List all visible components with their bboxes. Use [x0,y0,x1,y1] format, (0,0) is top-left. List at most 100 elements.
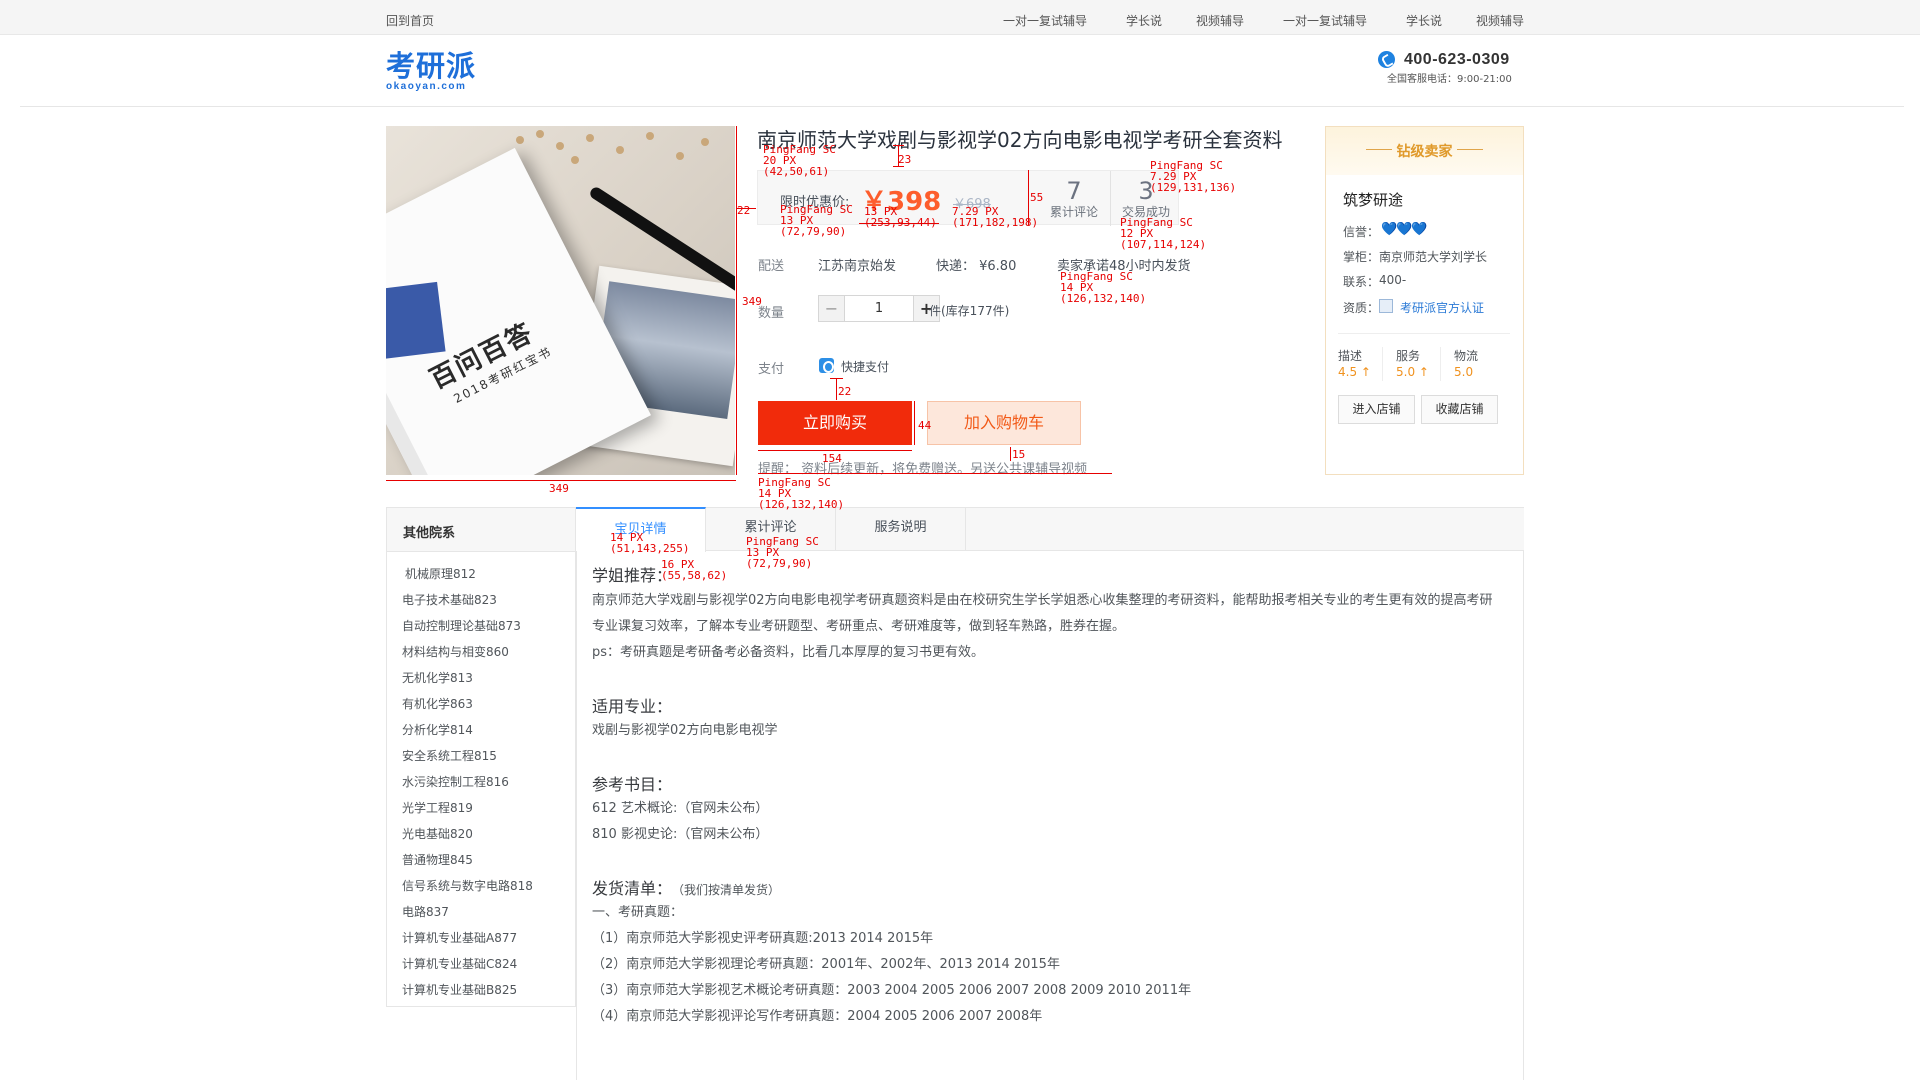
other-departments-sidebar: 其他院系 机械原理812 电子技术基础823 自动控制理论基础873 材料结构与… [386,507,576,1007]
list-item: （1）南京师范大学影视史评考研真题:2013 2014 2015年 [592,931,934,946]
seller-panel: 钻级卖家 筑梦研途 信誉： 💙💙💙 掌柜： 南京师范大学刘学长 联系： 400-… [1325,126,1524,475]
annotation: PingFang SC 7.29 PX (129,131,136) [1150,159,1237,194]
logo-domain: okaoyan.com [386,81,467,92]
sidebar-item[interactable]: 光电基础820 [402,825,473,842]
shipping-list-note: （我们按清单发货） [678,883,781,897]
score-desc-label: 描述 [1338,349,1363,363]
detail-tabs: 宝贝详情 累计评论 服务说明 [576,507,1524,552]
sidebar-item[interactable]: 安全系统工程815 [402,747,497,764]
nav-link-video-2[interactable]: 视频辅导 [1476,12,1524,29]
sidebar-item[interactable]: 计算机专业基础A877 [402,929,517,946]
phone-icon [1378,51,1395,68]
cert-value[interactable]: 考研派官方认证 [1400,299,1484,316]
reviews-stat[interactable]: 7 累计评论 [1038,177,1110,219]
books-heading: 参考书目： [592,775,673,794]
annotation: 13 PX (253,93,44) [864,205,937,229]
shipping-list-title: 发货清单： [592,879,673,898]
annotation: PingFang SC 14 PX (126,132,140) [758,476,845,511]
sidebar-item[interactable]: 有机化学863 [402,695,473,712]
book-item: 612 艺术概论:（官网未公布） [592,801,769,816]
header-divider [20,106,1904,107]
sidebar-title: 其他院系 [403,526,456,541]
sidebar-item[interactable]: 光学工程819 [402,799,473,816]
sidebar-item[interactable]: 机械原理812 [405,565,476,582]
score-service-value: 5.0 ↑ [1396,365,1429,379]
quantity-label: 数量 [758,306,785,321]
sidebar-item[interactable]: 水污染控制工程816 [402,773,509,790]
sidebar-item[interactable]: 信号系统与数字电路818 [402,877,533,894]
certificate-icon [1379,299,1393,313]
nav-link-coaching-2[interactable]: 一对一复试辅导 [1283,12,1367,29]
recommend-paragraph-1: 南京师范大学戏剧与影视学02方向电影电视学考研真题资料是由在校研究生学长学姐悉心… [592,593,1493,608]
logo-text: 考研派 [386,49,477,83]
buy-now-button[interactable]: 立即购买 [758,401,912,445]
annotation: 15 [1012,448,1026,461]
site-logo[interactable]: 考研派 okaoyan.com [386,50,486,92]
sidebar-item[interactable]: 分析化学814 [402,721,473,738]
annotation: PingFang SC 12 PX (107,114,124) [1120,216,1207,251]
stock-info: 件(库存177件) [929,304,1010,318]
annotation: 22 [737,204,751,217]
annotation: 23 [898,153,912,166]
recommend-heading: 学姐推荐： [592,566,673,585]
nav-link-video[interactable]: 视频辅导 [1196,12,1244,29]
add-to-cart-button[interactable]: 加入购物车 [927,401,1081,445]
list-item: （2）南京师范大学影视理论考研真题：2001年、2002年、2013 2014 … [592,957,1060,972]
annotation: PingFang SC 20 PX (42,50,61) [763,143,836,178]
nav-link-senior-2[interactable]: 学长说 [1406,12,1442,29]
payment-method[interactable]: 快捷支付 [841,358,889,375]
annotation: 349 [742,295,762,308]
sidebar-item[interactable]: 计算机专业基础B825 [402,981,517,998]
annotation: 349 [549,482,569,495]
cert-label: 资质： [1343,301,1380,315]
tab-service[interactable]: 服务说明 [836,507,966,551]
home-link[interactable]: 回到首页 [386,12,434,29]
annotation: PingFang SC 13 PX (72,79,90) [780,203,853,238]
contact-value: 400- [1379,273,1407,287]
sidebar-item[interactable]: 无机化学813 [402,669,473,686]
annotation: 154 [822,452,842,465]
reputation-label: 信誉： [1343,225,1380,239]
payment-label: 支付 [758,362,785,377]
contact-label: 联系： [1343,275,1380,289]
top-bar: 回到首页 一对一复试辅导 学长说 视频辅导 一对一复试辅导 学长说 视频辅导 [0,0,1920,35]
list-head: 一、考研真题： [592,905,684,920]
owner-name: 南京师范大学刘学长 [1379,250,1488,264]
nav-link-senior[interactable]: 学长说 [1126,12,1162,29]
score-logistics-value: 5.0 [1454,365,1474,379]
score-service-label: 服务 [1396,349,1421,363]
sidebar-item[interactable]: 自动控制理论基础873 [402,617,521,634]
annotation: 55 [1030,191,1044,204]
list-item: （3）南京师范大学影视艺术概论考研真题：2003 2004 2005 2006 … [592,983,1192,998]
sidebar-item[interactable]: 计算机专业基础C824 [402,955,517,972]
list-item: （4）南京师范大学影视评论写作考研真题：2004 2005 2006 2007 … [592,1009,1043,1024]
annotation: PingFang SC 13 PX (72,79,90) [746,535,819,570]
qty-minus-button[interactable]: − [818,295,845,322]
seller-name[interactable]: 筑梦研途 [1343,189,1403,210]
score-logistics-label: 物流 [1454,349,1479,363]
nav-link-coaching[interactable]: 一对一复试辅导 [1003,12,1087,29]
seller-badge: 钻级卖家 [1396,144,1453,160]
product-image[interactable]: 百问百答 2018考研红宝书 [386,126,735,475]
annotation: 44 [918,419,932,432]
owner-label: 掌柜： [1343,250,1380,264]
favorite-shop-button[interactable]: 收藏店铺 [1421,395,1498,424]
score-desc-value: 4.5 ↑ [1338,365,1371,379]
major-value: 戏剧与影视学02方向电影电视学 [592,723,778,738]
shipping-label: 配送 [758,259,785,274]
annotation: 7.29 PX (171,182,198) [952,205,1039,229]
reviews-count: 7 [1066,177,1082,205]
flower-decoration [496,126,735,186]
sidebar-item[interactable]: 普通物理845 [402,851,473,868]
major-heading: 适用专业： [592,697,673,716]
enter-shop-button[interactable]: 进入店铺 [1338,395,1415,424]
seller-badge-header: 钻级卖家 [1326,127,1523,175]
quantity-input[interactable]: 1 [844,295,914,322]
book-item: 810 影视史论:（官网未公布） [592,827,769,842]
sidebar-item[interactable]: 电子技术基础823 [402,591,497,608]
annotation: 16 PX (55,58,62) [661,558,728,582]
sidebar-item[interactable]: 电路837 [402,903,449,920]
sidebar-item[interactable]: 材料结构与相变860 [402,643,509,660]
reputation-diamonds: 💙💙💙 [1381,222,1428,237]
hotline-hours: 全国客服电话：9:00-21:00 [1387,74,1512,85]
